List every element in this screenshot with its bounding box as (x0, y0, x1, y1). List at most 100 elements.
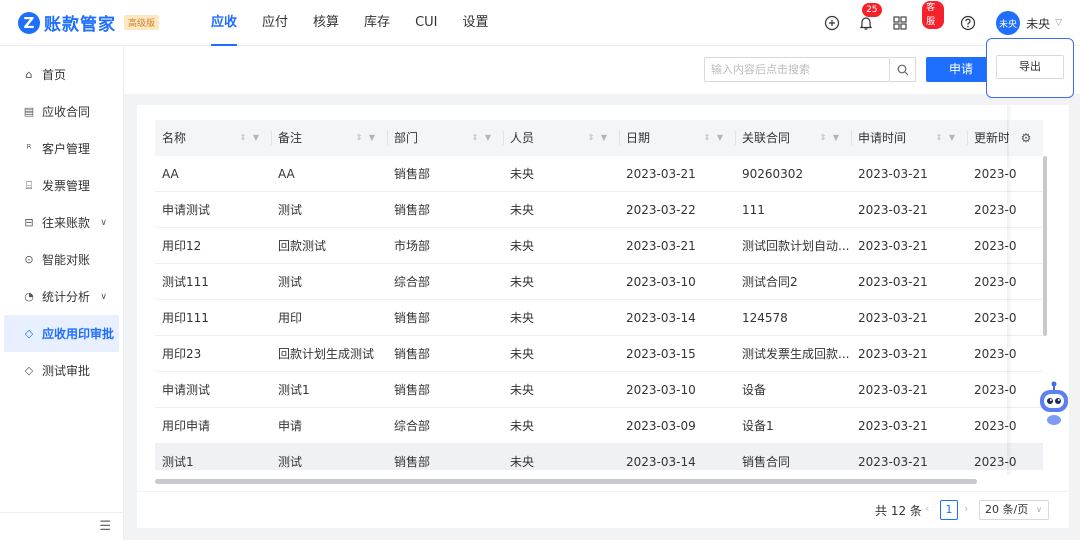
table-cell: 销售部 (394, 455, 431, 469)
customer-service-headset-icon[interactable]: 客服 (922, 1, 945, 33)
sidebar-item[interactable]: ⊟ 往来账款 ∨ (0, 204, 123, 241)
table-row[interactable]: 申请测试 测试 销售部 未央 2023-03-22 111 2023-03-21 2023-0 (155, 192, 1043, 228)
table-row[interactable]: 申请测试 测试1 销售部 未央 2023-03-10 设备 2023-03-21 2023-0 (155, 372, 1043, 408)
table-cell: 销售合同 (742, 455, 791, 469)
page-size-label: 20 条/页 (985, 503, 1029, 516)
table-cell: 销售部 (394, 347, 431, 361)
service-badge: 客服 (922, 1, 945, 29)
table-cell: 回款计划生成测试 (278, 347, 375, 361)
sidebar-item[interactable]: ⌸ 发票管理 (0, 167, 123, 204)
sidebar-item-label: 测试审批 (42, 364, 91, 378)
sidebar-item[interactable]: ◔ 统计分析 ∨ (0, 278, 123, 315)
table-cell: 2023-0 (974, 454, 1017, 469)
robot-assistant-icon[interactable] (1036, 378, 1072, 428)
table-cell: 2023-03-21 (858, 346, 928, 361)
home-icon: ⌂ (25, 68, 33, 81)
table-row[interactable]: 用印12 回款测试 市场部 未央 2023-03-21 测试回款计划自动... 2023-0… (155, 228, 1043, 264)
export-button[interactable]: 导出 (996, 55, 1064, 79)
contract-icon: ▤ (23, 105, 35, 118)
search-button[interactable] (890, 57, 916, 82)
column-header-label: 申请时间 (858, 131, 907, 145)
table-cell: 2023-0 (974, 202, 1017, 217)
table-row[interactable]: 用印111 用印 销售部 未央 2023-03-14 124578 2023-03-21 20… (155, 300, 1043, 336)
search-icon (897, 64, 908, 75)
table-row[interactable]: 测试111 测试 综合部 未央 2023-03-10 测试合同2 2023-03-21 202… (155, 264, 1043, 300)
column-header[interactable]: 日期 ⇕ ▼ (619, 120, 735, 156)
brand-name: 账款管家 (44, 15, 116, 35)
sidebar-item[interactable]: ▤ 应收合同 (0, 93, 123, 130)
sidebar-item[interactable]: ⌂ 首页 (0, 56, 123, 93)
table-cell: 2023-03-21 (858, 418, 928, 433)
sort-filter-icon[interactable]: ⇕ ▼ (588, 120, 609, 156)
prev-page-icon[interactable]: ‹ (925, 502, 929, 515)
column-header[interactable]: 人员 ⇕ ▼ (503, 120, 619, 156)
column-header[interactable]: 关联合同 ⇕ ▼ (735, 120, 851, 156)
brand-logo[interactable]: Z 账款管家 高级版 (18, 10, 196, 35)
column-header-label: 部门 (394, 131, 419, 145)
table-row[interactable]: 用印23 回款计划生成测试 销售部 未央 2023-03-15 测试发票生成回款... 20… (155, 336, 1043, 372)
table-cell: 用印申请 (162, 419, 211, 433)
chevron-down-icon: ∨ (100, 217, 107, 228)
sidebar-item[interactable]: ◇ 测试审批 (0, 352, 123, 389)
table-cell: 设备1 (742, 419, 774, 433)
chevron-down-icon[interactable]: ▽ (1055, 18, 1062, 28)
next-page-icon[interactable]: › (964, 502, 968, 515)
vertical-scrollbar[interactable] (1043, 156, 1047, 336)
table-cell: 2023-03-22 (626, 202, 696, 217)
sort-filter-icon[interactable]: ⇕ ▼ (472, 120, 493, 156)
add-circle-icon[interactable] (822, 13, 842, 33)
column-header[interactable]: 备注 ⇕ ▼ (271, 120, 387, 156)
avatar[interactable]: 未央 (996, 11, 1021, 35)
notification-count-badge: 25 (862, 3, 882, 17)
horizontal-scrollbar[interactable] (155, 479, 977, 484)
table-row[interactable]: AA AA 销售部 未央 2023-03-21 90260302 2023-03-21 202… (155, 156, 1043, 192)
table-cell: 2023-03-21 (626, 238, 696, 253)
table-cell: 测试合同2 (742, 275, 798, 289)
nav-tab[interactable]: 库存 (364, 0, 390, 46)
nav-tab[interactable]: CUI (415, 0, 437, 46)
table-cell: 未央 (510, 347, 535, 361)
table-row[interactable]: 测试1 测试 销售部 未央 2023-03-14 销售合同 2023-03-21 2023-0 (155, 444, 1043, 470)
table-cell: 回款测试 (278, 239, 327, 253)
table-cell: 2023-0 (974, 274, 1017, 289)
column-header[interactable]: 名称 ⇕ ▼ (155, 120, 271, 156)
table-cell: 申请测试 (162, 203, 211, 217)
sidebar-item[interactable]: ◇ 应收用印审批 (4, 315, 119, 352)
column-header[interactable]: 申请时间 ⇕ ▼ (851, 120, 967, 156)
table-cell: 2023-03-14 (626, 454, 696, 469)
table-row[interactable]: 用印申请 申请 综合部 未央 2023-03-09 设备1 2023-03-21 2023-0 (155, 408, 1043, 444)
notification-bell-icon[interactable]: 25 (856, 3, 882, 33)
column-header-label: 人员 (510, 131, 535, 145)
page-number[interactable]: 1 (940, 500, 958, 520)
sort-filter-icon[interactable]: ⇕ ▼ (936, 120, 957, 156)
table-cell: 2023-03-21 (858, 166, 928, 181)
nav-tab[interactable]: 应收 (211, 0, 238, 46)
table-cell: 测试回款计划自动... (742, 239, 850, 253)
sidebar-menu: ⌂ 首页 ▤ 应收合同 ᴿ 客户管理 ⌸ 发票管理 ⊟ 往来账款 ∨ ⊙ 智能对账 ◔ 统计分析 ∨ ◇ 应收用印… (0, 46, 123, 389)
apps-grid-icon[interactable] (890, 13, 910, 33)
sidebar-item-label: 首页 (42, 68, 67, 82)
sort-filter-icon[interactable]: ⇕ ▼ (820, 120, 841, 156)
table-body: AA AA 销售部 未央 2023-03-21 90260302 2023-03-21 202… (155, 156, 1043, 470)
sort-filter-icon[interactable]: ⇕ ▼ (356, 120, 377, 156)
column-header[interactable]: 部门 ⇕ ▼ (387, 120, 503, 156)
sort-filter-icon[interactable]: ⇕ ▼ (240, 120, 261, 156)
sort-filter-icon[interactable]: ⇕ ▼ (704, 120, 725, 156)
column-settings-icon[interactable]: ⚙ (1009, 120, 1043, 156)
table-cell: 2023-03-21 (858, 238, 928, 253)
table-cell: 2023-03-10 (626, 274, 696, 289)
help-icon[interactable] (958, 13, 978, 33)
collapse-sidebar-icon[interactable]: ☰ (0, 512, 123, 540)
nav-tab[interactable]: 设置 (463, 0, 489, 46)
user-name[interactable]: 未央 (1026, 15, 1050, 32)
column-header-label: 关联合同 (742, 131, 791, 145)
sidebar-item[interactable]: ᴿ 客户管理 (0, 130, 123, 167)
nav-tab[interactable]: 核算 (313, 0, 339, 46)
tag-icon: ◇ (24, 327, 34, 340)
table-cell: 测试发票生成回款... (742, 347, 850, 361)
table-cell: 未央 (510, 383, 535, 397)
nav-tab[interactable]: 应付 (262, 0, 288, 46)
page-size-select[interactable]: 20 条/页 ∨ (979, 500, 1049, 520)
search-input[interactable]: 输入内容后点击搜索 (704, 57, 890, 82)
sidebar-item[interactable]: ⊙ 智能对账 (0, 241, 123, 278)
